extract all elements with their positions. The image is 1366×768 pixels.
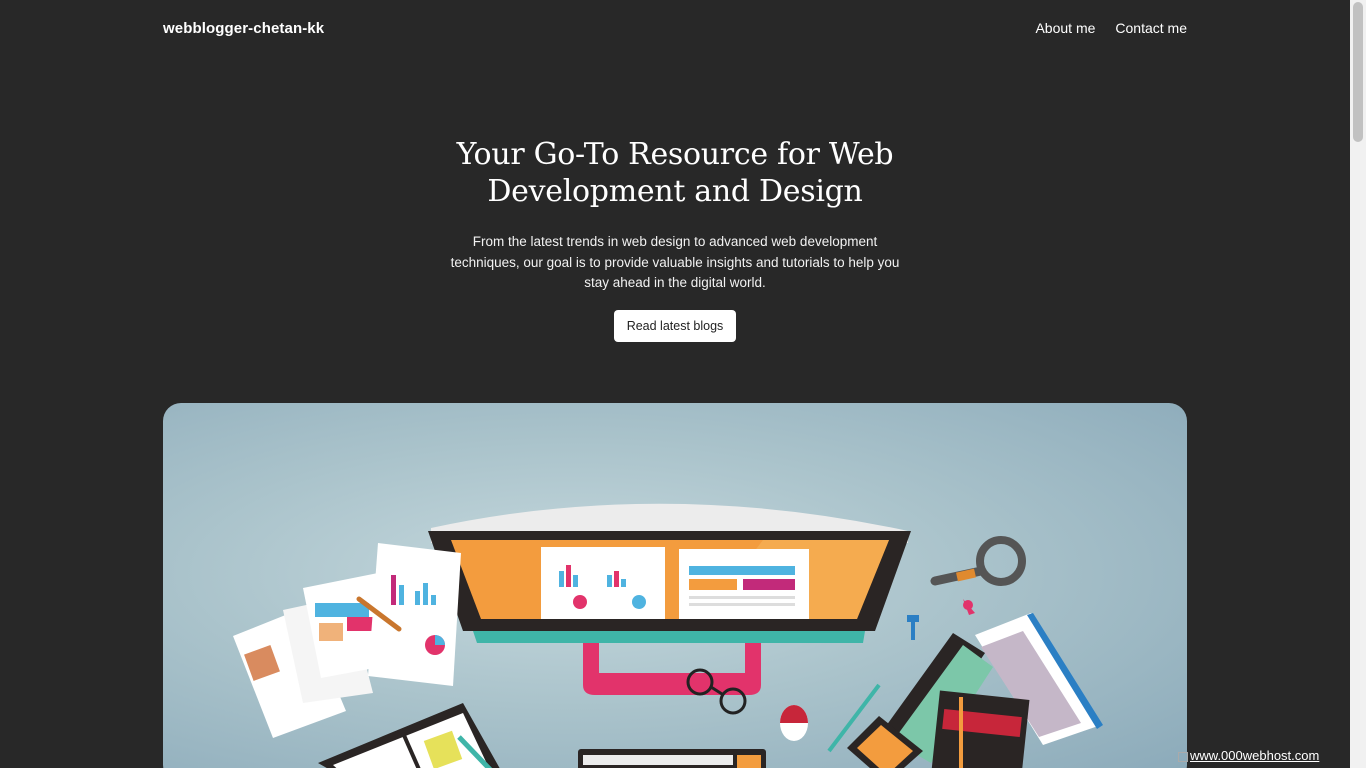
broken-image-icon: [1178, 751, 1188, 762]
hero-subtitle: From the latest trends in web design to …: [450, 234, 900, 290]
nav-link-contact[interactable]: Contact me: [1115, 20, 1187, 36]
monitor-stand: [583, 643, 761, 695]
scrollbar[interactable]: [1350, 0, 1366, 768]
nav-link-about[interactable]: About me: [1035, 20, 1095, 36]
scrollbar-thumb[interactable]: [1353, 2, 1363, 142]
desk-illustration: [233, 503, 1103, 768]
thumbtack-icon: [907, 615, 919, 622]
monitor-base: [473, 631, 865, 643]
hero-section: Your Go-To Resource for Web Development …: [420, 136, 930, 342]
hero-illustration: [163, 403, 1187, 768]
magnifier-icon: [976, 536, 1026, 586]
read-latest-blogs-button[interactable]: Read latest blogs: [613, 309, 737, 342]
brand-link[interactable]: webblogger-chetan-kk: [163, 20, 324, 37]
hero-title: Your Go-To Resource for Web Development …: [456, 137, 894, 209]
webhost-badge[interactable]: www.000webhost.com: [1178, 748, 1319, 763]
nav-links: About me Contact me: [1035, 20, 1187, 36]
webhost-badge-text: www.000webhost.com: [1190, 748, 1320, 763]
navbar: webblogger-chetan-kk About me Contact me: [163, 0, 1187, 56]
push-pin-icon: [963, 600, 973, 610]
